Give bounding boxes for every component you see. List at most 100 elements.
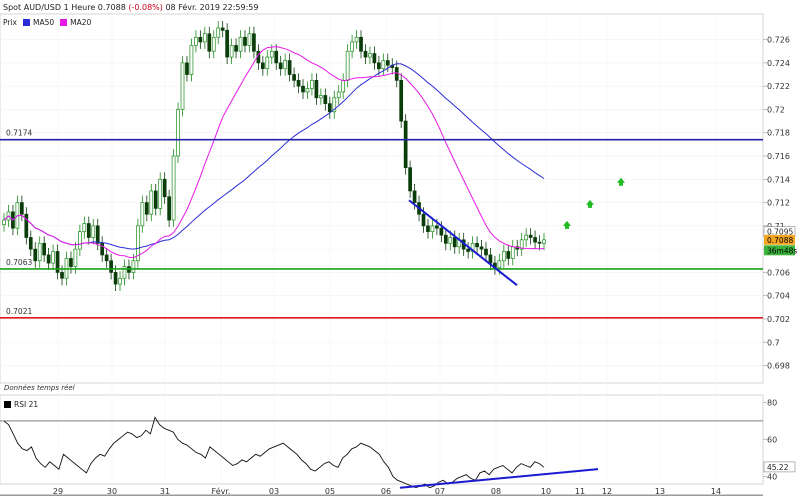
candle-body bbox=[243, 36, 247, 46]
rsi-swatch-icon bbox=[4, 401, 11, 408]
candle-body bbox=[354, 36, 359, 43]
y-tick-label: 0.724 bbox=[767, 59, 790, 68]
y-tick-label: 0.726 bbox=[767, 36, 790, 45]
candle-body bbox=[497, 260, 502, 269]
candle-body bbox=[229, 45, 234, 58]
ma20-swatch-icon bbox=[60, 19, 68, 26]
datetime: 08 Févr. 2019 22:59:59 bbox=[165, 3, 259, 12]
candle-body bbox=[372, 53, 377, 64]
x-tick-label: 05 bbox=[325, 487, 335, 496]
candle-body bbox=[211, 36, 216, 52]
level-label: 0.7021 bbox=[6, 307, 32, 316]
candle-body bbox=[252, 33, 256, 52]
candle-body bbox=[542, 239, 546, 244]
instrument-name: Spot AUD/USD bbox=[3, 3, 62, 12]
candle-body bbox=[265, 56, 270, 70]
price-tag-label: 0.7088 bbox=[767, 236, 793, 245]
candle-body bbox=[336, 91, 341, 99]
candle-body bbox=[100, 242, 105, 256]
price-change: (-0.08%) bbox=[128, 3, 163, 12]
candle-body bbox=[385, 60, 390, 66]
candle-body bbox=[510, 246, 515, 259]
ma50-swatch-icon bbox=[23, 19, 30, 26]
x-tick-label: 30 bbox=[107, 487, 117, 496]
candle-body bbox=[350, 41, 354, 52]
x-tick-label: 10 bbox=[541, 487, 551, 496]
candle-body bbox=[305, 88, 310, 93]
candle-body bbox=[176, 109, 180, 157]
candle-body bbox=[443, 234, 448, 244]
y-tick-label: 0.722 bbox=[767, 82, 790, 91]
candle-body bbox=[435, 225, 439, 229]
candle-body bbox=[381, 60, 386, 70]
candle-body bbox=[278, 62, 283, 70]
candle-body bbox=[408, 167, 412, 192]
up-arrow-icon bbox=[586, 199, 594, 208]
candle-body bbox=[153, 190, 158, 209]
candle-body bbox=[475, 242, 479, 248]
candle-body bbox=[42, 242, 47, 256]
legend-ma50: MA50 bbox=[23, 18, 54, 27]
candle-body bbox=[73, 248, 78, 267]
y-tick-label: 0.72 bbox=[767, 105, 785, 114]
candle-body bbox=[283, 60, 288, 70]
candle-body bbox=[167, 196, 171, 221]
candle-body bbox=[202, 33, 207, 43]
candle-body bbox=[269, 50, 274, 58]
candle-body bbox=[37, 242, 42, 262]
rsi-trendline bbox=[399, 468, 599, 489]
rsi-y-tick-label: 60 bbox=[767, 436, 777, 445]
candle-body bbox=[28, 237, 33, 250]
candle-body bbox=[46, 254, 51, 264]
rsi-legend: RSI 21 bbox=[4, 400, 38, 409]
candle-body bbox=[448, 237, 453, 244]
y-tick-label: 0.7 bbox=[767, 338, 780, 347]
candle-body bbox=[399, 80, 404, 122]
realtime-note: Données temps réel bbox=[4, 384, 75, 392]
level-label: 0.7174 bbox=[6, 129, 32, 138]
candle-body bbox=[319, 95, 323, 99]
candle-body bbox=[149, 190, 154, 215]
y-tick-label: 0.714 bbox=[767, 175, 790, 184]
candle-body bbox=[323, 95, 328, 104]
x-tick-label: 14 bbox=[711, 487, 721, 496]
candle-body bbox=[2, 219, 6, 226]
candle-body bbox=[104, 254, 109, 262]
candle-body bbox=[296, 80, 301, 87]
candle-body bbox=[488, 254, 493, 264]
candle-body bbox=[91, 225, 96, 238]
price-chart: 0.7260.7240.7220.720.7180.7160.7140.7120… bbox=[0, 13, 797, 496]
candle-body bbox=[158, 178, 163, 209]
candle-body bbox=[537, 241, 542, 244]
candle-body bbox=[162, 178, 167, 198]
rsi-y-tick-label: 80 bbox=[767, 398, 777, 407]
x-tick-label: 12 bbox=[602, 487, 612, 496]
candle-body bbox=[95, 225, 100, 244]
candle-body bbox=[484, 248, 488, 256]
candle-body bbox=[207, 33, 212, 52]
candle-body bbox=[82, 223, 87, 233]
candle-body bbox=[430, 225, 435, 233]
candle-body bbox=[368, 53, 372, 58]
candle-body bbox=[327, 103, 332, 113]
candle-body bbox=[194, 36, 198, 46]
candle-body bbox=[394, 67, 399, 81]
candle-body bbox=[60, 272, 64, 279]
candle-body bbox=[109, 260, 113, 273]
candle-body bbox=[171, 155, 176, 221]
price-tag-label: 36m48s bbox=[767, 246, 797, 255]
candle-body bbox=[426, 225, 430, 233]
legend-ma20: MA20 bbox=[60, 18, 91, 27]
candle-body bbox=[533, 237, 537, 243]
candle-body bbox=[144, 202, 149, 215]
candle-body bbox=[412, 190, 417, 203]
x-tick-label: 06 bbox=[381, 487, 391, 496]
candle-body bbox=[225, 29, 229, 58]
candle-body bbox=[216, 27, 221, 38]
candle-body bbox=[69, 258, 73, 267]
up-arrow-icon bbox=[617, 177, 625, 186]
up-arrow-icon bbox=[563, 220, 571, 229]
candle-body bbox=[292, 74, 296, 81]
chart-header: Spot AUD/USD 1 Heure 0.7088 (-0.08%) 08 … bbox=[3, 3, 258, 12]
candle-body bbox=[301, 85, 305, 93]
